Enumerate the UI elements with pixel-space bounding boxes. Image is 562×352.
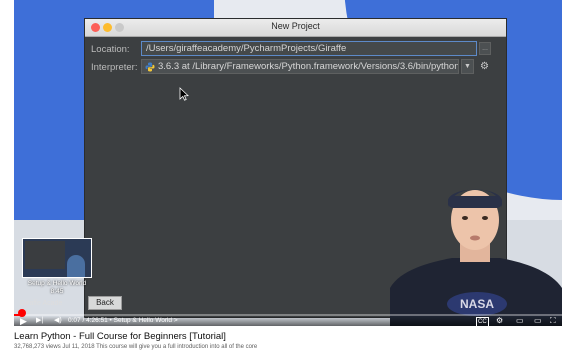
back-button[interactable]: Back xyxy=(88,296,122,310)
youtube-watch-page: New Project Location: /Users/giraffeacad… xyxy=(0,0,562,352)
thumbnail-screen xyxy=(25,241,65,269)
thumbnail-chapter: Setup & Hello World xyxy=(27,280,87,287)
video-metadata: 32,768,273 views Jul 11, 2018 This cours… xyxy=(14,344,258,350)
presenter-image: NASA xyxy=(390,189,562,326)
dialog-title: New Project xyxy=(271,21,320,31)
location-row: Location: /Users/giraffeacademy/PycharmP… xyxy=(85,41,506,57)
interpreter-value: 3.6.3 at /Library/Frameworks/Python.fram… xyxy=(158,61,459,72)
video-title: Learn Python - Full Course for Beginners… xyxy=(14,331,226,342)
interpreter-label: Interpreter: xyxy=(91,62,138,73)
chevron-down-icon[interactable]: ▼ xyxy=(461,59,474,74)
channel-watermark[interactable]: Giraffe Acade xyxy=(20,300,62,307)
location-label: Location: xyxy=(91,44,130,55)
thumbnail-caption: Setup & Hello World 8:45 xyxy=(22,280,92,296)
hover-preview-thumbnail xyxy=(22,238,92,278)
dialog-titlebar: New Project xyxy=(85,19,506,37)
video-player[interactable]: New Project Location: /Users/giraffeacad… xyxy=(14,0,562,326)
interpreter-row: Interpreter: 3.6.3 at /Library/Framework… xyxy=(85,59,506,75)
fullscreen-icon[interactable]: ⛶ xyxy=(550,316,556,326)
nasa-logo-text: NASA xyxy=(460,297,494,311)
theater-mode-icon[interactable]: ▭ xyxy=(534,316,542,326)
settings-icon[interactable]: ⚙ xyxy=(496,316,503,326)
gear-icon[interactable]: ⚙ xyxy=(478,60,491,73)
interpreter-select[interactable]: 3.6.3 at /Library/Frameworks/Python.fram… xyxy=(141,59,459,74)
miniplayer-icon[interactable]: ▭ xyxy=(516,316,524,326)
thumbnail-presenter xyxy=(67,255,85,277)
next-icon[interactable]: ▶| xyxy=(36,316,43,326)
location-field[interactable]: /Users/giraffeacademy/PycharmProjects/Gi… xyxy=(141,41,477,56)
play-icon[interactable]: ▶ xyxy=(20,316,27,326)
thumbnail-time: 8:45 xyxy=(50,288,64,295)
time-and-chapter[interactable]: 0:07 / 4:26:51 • Setup & Hello World > xyxy=(68,316,178,326)
python-icon xyxy=(145,62,155,72)
browse-button[interactable]: ... xyxy=(479,42,491,55)
mouse-cursor-icon xyxy=(179,87,189,101)
captions-icon[interactable]: CC xyxy=(476,317,489,327)
volume-icon[interactable]: ◀) xyxy=(54,316,62,326)
